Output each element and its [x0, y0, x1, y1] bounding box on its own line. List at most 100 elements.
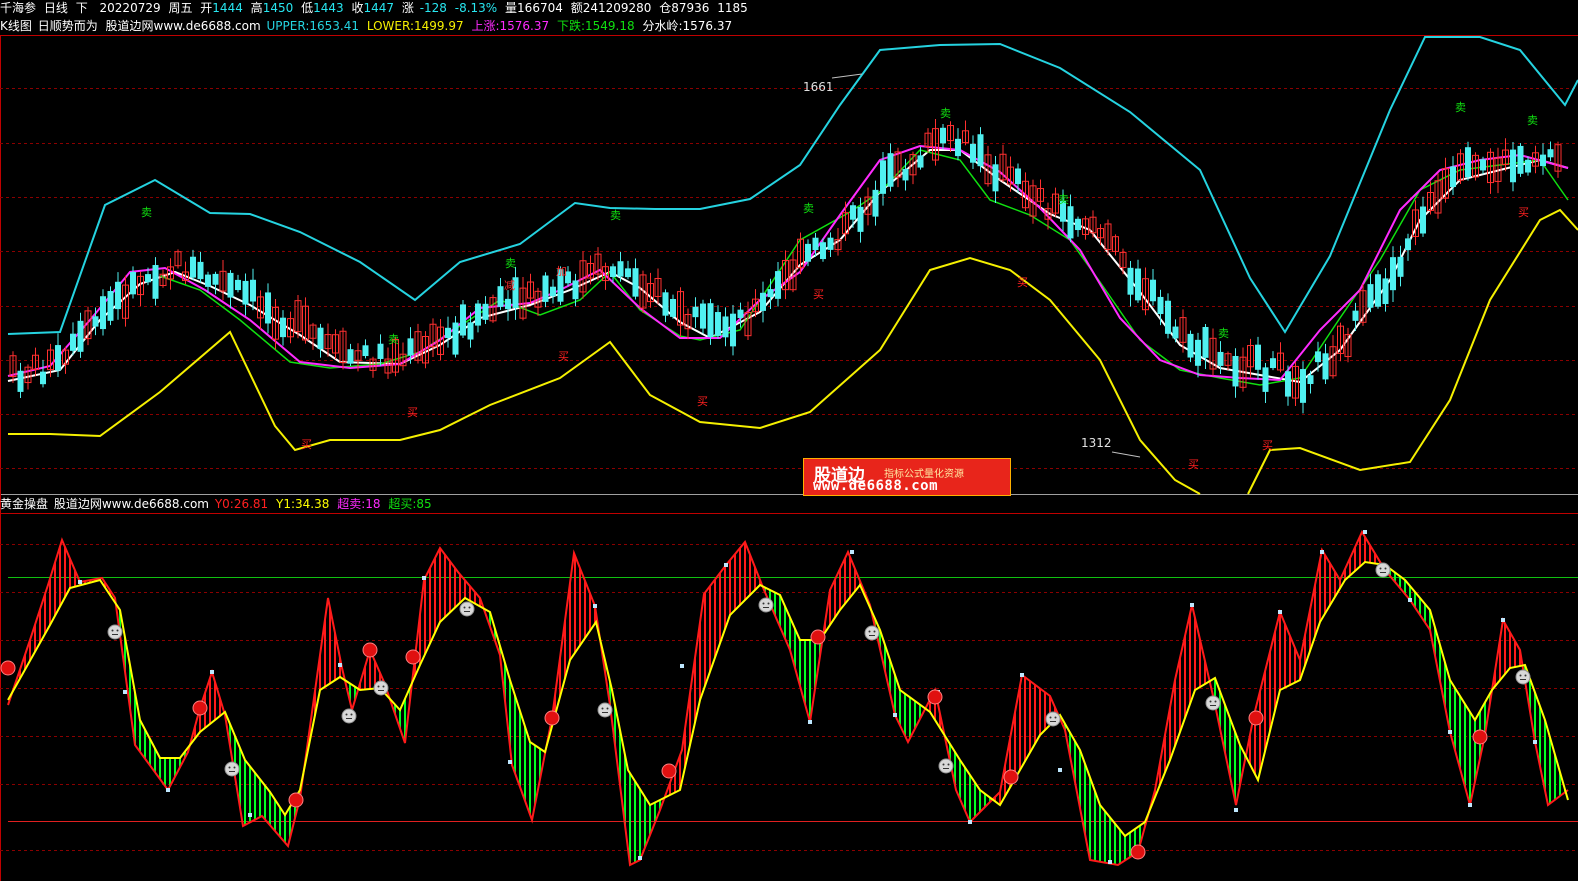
y1-line — [7, 560, 1569, 838]
sell-face-eye — [377, 685, 380, 688]
buy-dot — [1472, 729, 1488, 745]
sell-face-eye — [233, 766, 236, 769]
candle-down — [1165, 300, 1171, 334]
candle-down — [377, 343, 384, 359]
osc-marker — [1468, 803, 1472, 807]
buy-dot — [1248, 710, 1264, 726]
close-value: 1447 — [363, 1, 395, 15]
amount-value: 241209280 — [582, 1, 652, 15]
candle-down — [1015, 168, 1021, 185]
candle-down — [1382, 278, 1389, 305]
divide-value: 分水岭:1576.37 — [642, 19, 733, 33]
close-label: 收 — [351, 1, 364, 15]
sell-face — [1515, 669, 1531, 685]
candle-down — [1525, 159, 1531, 173]
candle-down — [107, 291, 114, 321]
amount-label: 额 — [570, 1, 583, 15]
osc-marker — [1320, 550, 1324, 554]
candle-down — [632, 268, 639, 297]
candle-down — [1375, 274, 1381, 307]
candle-down — [212, 273, 219, 285]
candle-down — [887, 153, 894, 187]
buy-dot — [0, 660, 16, 676]
candle-down — [737, 309, 744, 319]
buy-signal: 买 — [1188, 458, 1199, 471]
osc-marker — [680, 664, 684, 668]
sell-face — [1375, 562, 1391, 578]
candle-down — [130, 271, 136, 295]
y0-value: Y0:26.81 — [214, 497, 269, 511]
osc-indicator-name[interactable]: 黄金操盘 — [0, 497, 48, 511]
candle-down — [55, 345, 61, 371]
sell-face-eye — [1384, 567, 1387, 570]
buy-dot — [192, 700, 208, 716]
osc-site-label: 股道边网www.de6688.com — [53, 497, 209, 511]
candle-down — [70, 333, 76, 351]
indicator-name[interactable]: K线图 — [0, 19, 32, 33]
candle-down — [1285, 371, 1291, 397]
candle-down — [280, 317, 286, 338]
sell-face-eye — [942, 763, 945, 766]
chart-canvas[interactable]: 卖卖卖卖卖卖卖卖卖卖买买买买买买买买买加减16611312 — [0, 0, 1578, 881]
sell-face — [597, 702, 613, 718]
sell-face-eye — [345, 713, 348, 716]
candle-down — [407, 338, 414, 356]
sell-signal: 卖 — [803, 202, 814, 215]
candle-down — [917, 155, 924, 168]
sell-face — [107, 624, 123, 640]
sell-face-eye — [350, 713, 353, 716]
osc-marker — [1501, 618, 1505, 622]
change-value: -128 — [419, 1, 447, 15]
formula-name[interactable]: 日顺势而为 — [38, 19, 98, 33]
candle-down — [707, 303, 714, 338]
candle-down — [1255, 344, 1261, 370]
candle-down — [1067, 206, 1074, 239]
osc-marker — [78, 580, 82, 584]
sell-face — [864, 625, 880, 641]
buy-signal: 买 — [407, 406, 418, 419]
candlesticks[interactable] — [9, 118, 1562, 414]
lower-value: LOWER:1499.97 — [366, 19, 464, 33]
volume-value: 166704 — [517, 1, 563, 15]
date-value: 20220729 — [99, 1, 161, 15]
sell-signal: 卖 — [388, 333, 399, 346]
lower-grid — [0, 544, 1578, 851]
osc-marker — [1448, 730, 1452, 734]
osc-marker — [893, 713, 897, 717]
y1-value: Y1:34.38 — [276, 497, 330, 511]
sell-face — [224, 761, 240, 777]
sell-face — [1045, 711, 1061, 727]
open-label: 开 — [200, 1, 213, 15]
candle-down — [550, 286, 556, 297]
weekday-value: 周五 — [168, 1, 193, 15]
panel-frames — [0, 35, 1578, 881]
candle-down — [1510, 149, 1516, 183]
sell-face-eye — [606, 707, 609, 710]
symbol-name[interactable]: 千海参 — [0, 1, 36, 15]
upper-value: UPPER:1653.41 — [266, 19, 359, 33]
candle-down — [670, 298, 676, 317]
fall-line — [159, 149, 1569, 386]
candle-down — [902, 168, 909, 181]
sell-face-eye — [873, 630, 876, 633]
candle-down — [820, 242, 826, 260]
oversold-value: 超买:85 — [388, 497, 432, 511]
osc-marker — [1020, 673, 1024, 677]
period-label[interactable]: 日线 — [44, 1, 68, 15]
candle-down — [775, 271, 781, 299]
sell-signal: 卖 — [1455, 101, 1466, 114]
osc-marker — [1408, 598, 1412, 602]
sell-face-eye — [111, 629, 114, 632]
oscillator[interactable] — [0, 529, 1569, 867]
sell-face-eye — [1379, 567, 1382, 570]
buy-signal: 买 — [697, 395, 708, 408]
candle-down — [1352, 310, 1359, 321]
change-percent: -8.13% — [454, 1, 498, 15]
osc-marker — [248, 813, 252, 817]
candle-down — [497, 286, 504, 307]
position-label: 仓 — [659, 1, 672, 15]
candle-down — [827, 237, 834, 250]
lower-band-line — [8, 256, 1201, 495]
osc-marker — [850, 550, 854, 554]
candle-down — [572, 280, 579, 300]
